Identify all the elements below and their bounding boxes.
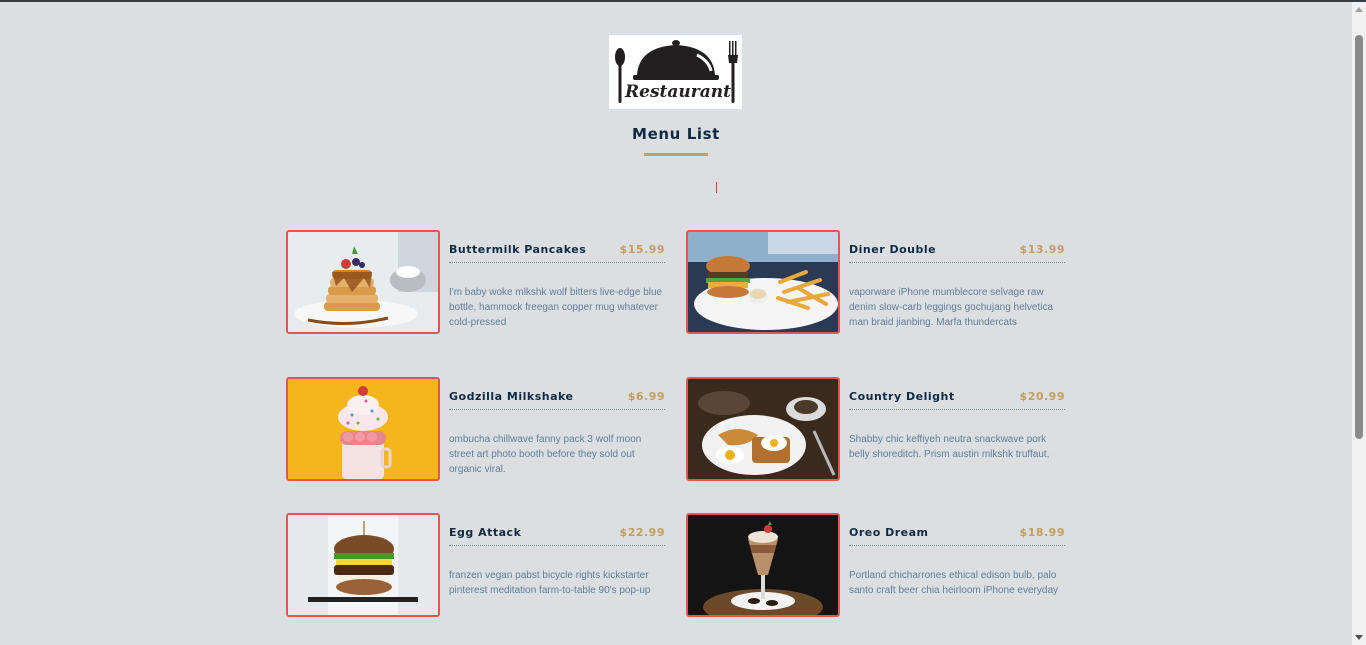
menu-item-header: Country Delight $20.99 [849, 377, 1065, 410]
menu-item: Country Delight $20.99 Shabby chic keffi… [686, 377, 1066, 481]
menu-item-name: Godzilla Milkshake [449, 390, 574, 403]
menu-item-header: Diner Double $13.99 [849, 230, 1065, 263]
burger-fries-photo [686, 230, 840, 334]
menu-item-name: Oreo Dream [849, 526, 929, 539]
menu-item: Egg Attack $22.99 franzen vegan pabst bi… [286, 513, 666, 617]
menu-item-description: Shabby chic keffiyeh neutra snackwave po… [849, 434, 1050, 460]
menu-item-info: Buttermilk Pancakes $15.99 I'm baby woke… [449, 230, 665, 330]
eggs-toast-photo [686, 377, 840, 481]
menu-item-price: $15.99 [619, 243, 665, 256]
menu-item-header: Egg Attack $22.99 [449, 513, 665, 546]
menu-item-info: Oreo Dream $18.99 Portland chicharrones … [849, 513, 1065, 598]
menu-item-header: Oreo Dream $18.99 [849, 513, 1065, 546]
menu-item-info: Godzilla Milkshake $6.99 ombucha chillwa… [449, 377, 665, 477]
menu-item-name: Country Delight [849, 390, 955, 403]
menu-item-header: Buttermilk Pancakes $15.99 [449, 230, 665, 263]
menu-item-info: Country Delight $20.99 Shabby chic keffi… [849, 377, 1065, 462]
scrollbar-thumb[interactable] [1355, 35, 1363, 439]
text-cursor [716, 182, 717, 193]
menu-item-description: vaporware iPhone mumblecore selvage raw … [849, 287, 1054, 328]
vertical-scrollbar[interactable] [1352, 2, 1366, 645]
scroll-up-arrow-icon[interactable] [1355, 7, 1363, 12]
egg-burger-photo [286, 513, 440, 617]
milkshake-photo [286, 377, 440, 481]
menu-item: Oreo Dream $18.99 Portland chicharrones … [686, 513, 1066, 617]
menu-item-price: $22.99 [619, 526, 665, 539]
scroll-down-arrow-icon[interactable] [1355, 635, 1363, 640]
menu-item-name: Diner Double [849, 243, 937, 256]
menu-item-description: ombucha chillwave fanny pack 3 wolf moon… [449, 434, 642, 475]
menu-item: Buttermilk Pancakes $15.99 I'm baby woke… [286, 230, 666, 334]
menu-item-info: Egg Attack $22.99 franzen vegan pabst bi… [449, 513, 665, 598]
menu-item-price: $18.99 [1019, 526, 1065, 539]
menu-item-name: Buttermilk Pancakes [449, 243, 587, 256]
menu-item-description: Portland chicharrones ethical edison bul… [849, 570, 1059, 596]
logo-text: Restaurant [625, 82, 731, 102]
menu-item-header: Godzilla Milkshake $6.99 [449, 377, 665, 410]
menu-item-price: $20.99 [1019, 390, 1065, 403]
menu-item-name: Egg Attack [449, 526, 522, 539]
menu-item-description: franzen vegan pabst bicycle rights kicks… [449, 570, 651, 596]
menu-item-description: I'm baby woke mlkshk wolf bitters live-e… [449, 287, 663, 328]
oreo-shake-photo [686, 513, 840, 617]
menu-item-price: $6.99 [627, 390, 665, 403]
menu-item-info: Diner Double $13.99 vaporware iPhone mum… [849, 230, 1065, 330]
menu-item: Diner Double $13.99 vaporware iPhone mum… [686, 230, 1066, 334]
title-underline [644, 153, 708, 156]
restaurant-logo[interactable]: Restaurant [609, 35, 742, 109]
page: Restaurant Menu List Buttermilk Pancakes… [0, 2, 1352, 645]
page-title: Menu List [632, 125, 720, 143]
menu-item: Godzilla Milkshake $6.99 ombucha chillwa… [286, 377, 666, 481]
menu-item-price: $13.99 [1019, 243, 1065, 256]
pancakes-photo [286, 230, 440, 334]
